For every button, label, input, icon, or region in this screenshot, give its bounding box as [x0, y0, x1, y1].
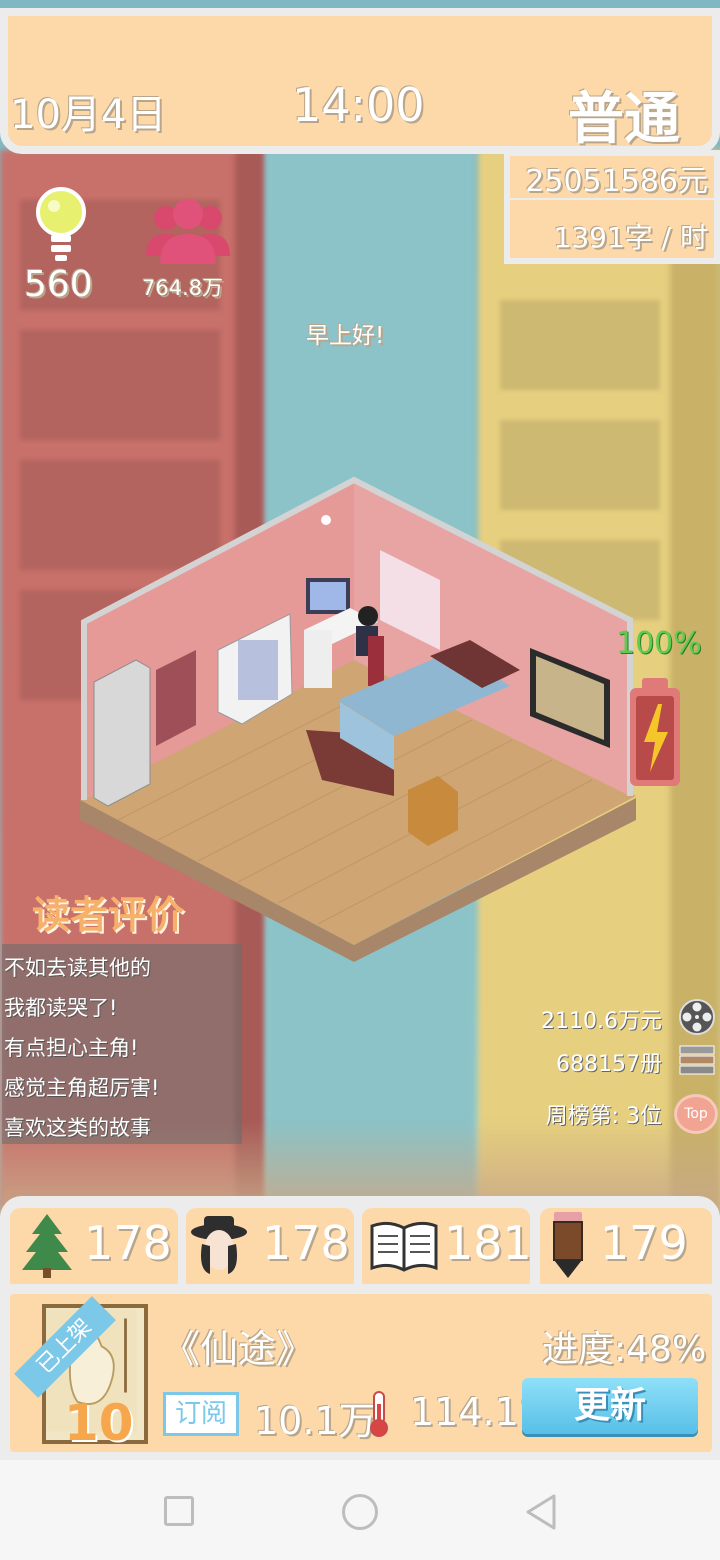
- review-item: 有点担心主角!: [4, 1036, 139, 1060]
- lightbulb-icon[interactable]: [34, 186, 88, 266]
- books-stack-icon[interactable]: [678, 1042, 716, 1078]
- attribute-value: 181: [444, 1216, 532, 1270]
- tree-icon: [22, 1214, 72, 1278]
- building-window: [20, 330, 220, 440]
- review-item: 我都读哭了!: [4, 996, 118, 1020]
- home-button[interactable]: [342, 1494, 378, 1530]
- book-progress: 进度:48%: [542, 1329, 707, 1370]
- review-item: 喜欢这类的故事: [4, 1116, 151, 1140]
- ideas-count: 560: [24, 264, 93, 305]
- money-value: 25051586元: [525, 164, 708, 199]
- thermometer-icon: [370, 1391, 388, 1437]
- subscriber-count: 10.1万: [254, 1399, 377, 1443]
- sales-revenue: 2110.6万元: [541, 1009, 662, 1034]
- attribute-value: 178: [262, 1216, 350, 1270]
- subscribe-tag: 订阅: [163, 1392, 239, 1436]
- battery-percent: 100%: [616, 626, 702, 661]
- fans-count: 764.8万: [142, 276, 224, 300]
- top-ranking-button[interactable]: Top: [674, 1094, 718, 1134]
- recent-apps-button[interactable]: [164, 1496, 194, 1526]
- attribute-value: 178: [84, 1216, 172, 1270]
- greeting-text: 早上好!: [306, 323, 385, 349]
- cover-number: 10: [64, 1394, 134, 1452]
- update-button[interactable]: 更新: [522, 1378, 698, 1434]
- battery-icon: [630, 678, 680, 786]
- film-reel-icon[interactable]: [678, 998, 716, 1036]
- pencil-icon: [553, 1212, 583, 1278]
- writing-speed-value: 1391字 / 时: [553, 221, 709, 254]
- weekly-rank: 周榜第: 3位: [545, 1104, 662, 1129]
- reviews-title: 读者评价: [32, 893, 185, 937]
- attribute-value: 179: [600, 1216, 688, 1270]
- clock-display: 14:00: [292, 78, 425, 132]
- review-item: 不如去读其他的: [4, 956, 151, 980]
- difficulty-label: 普通: [568, 87, 680, 152]
- back-button[interactable]: [522, 1492, 562, 1532]
- character-icon: [191, 1216, 247, 1274]
- review-item: 感觉主角超厉害!: [4, 1076, 160, 1100]
- book-icon: [370, 1221, 438, 1272]
- book-title[interactable]: 《仙途》: [162, 1318, 314, 1373]
- date-display: 10月4日: [10, 92, 167, 138]
- building-window: [500, 300, 660, 390]
- people-icon[interactable]: [144, 194, 232, 266]
- sales-copies: 688157册: [556, 1052, 662, 1077]
- reviews-list: 不如去读其他的 我都读哭了! 有点担心主角! 感觉主角超厉害! 喜欢这类的故事: [2, 944, 242, 1144]
- popularity-heat: 114.1°: [410, 1390, 538, 1434]
